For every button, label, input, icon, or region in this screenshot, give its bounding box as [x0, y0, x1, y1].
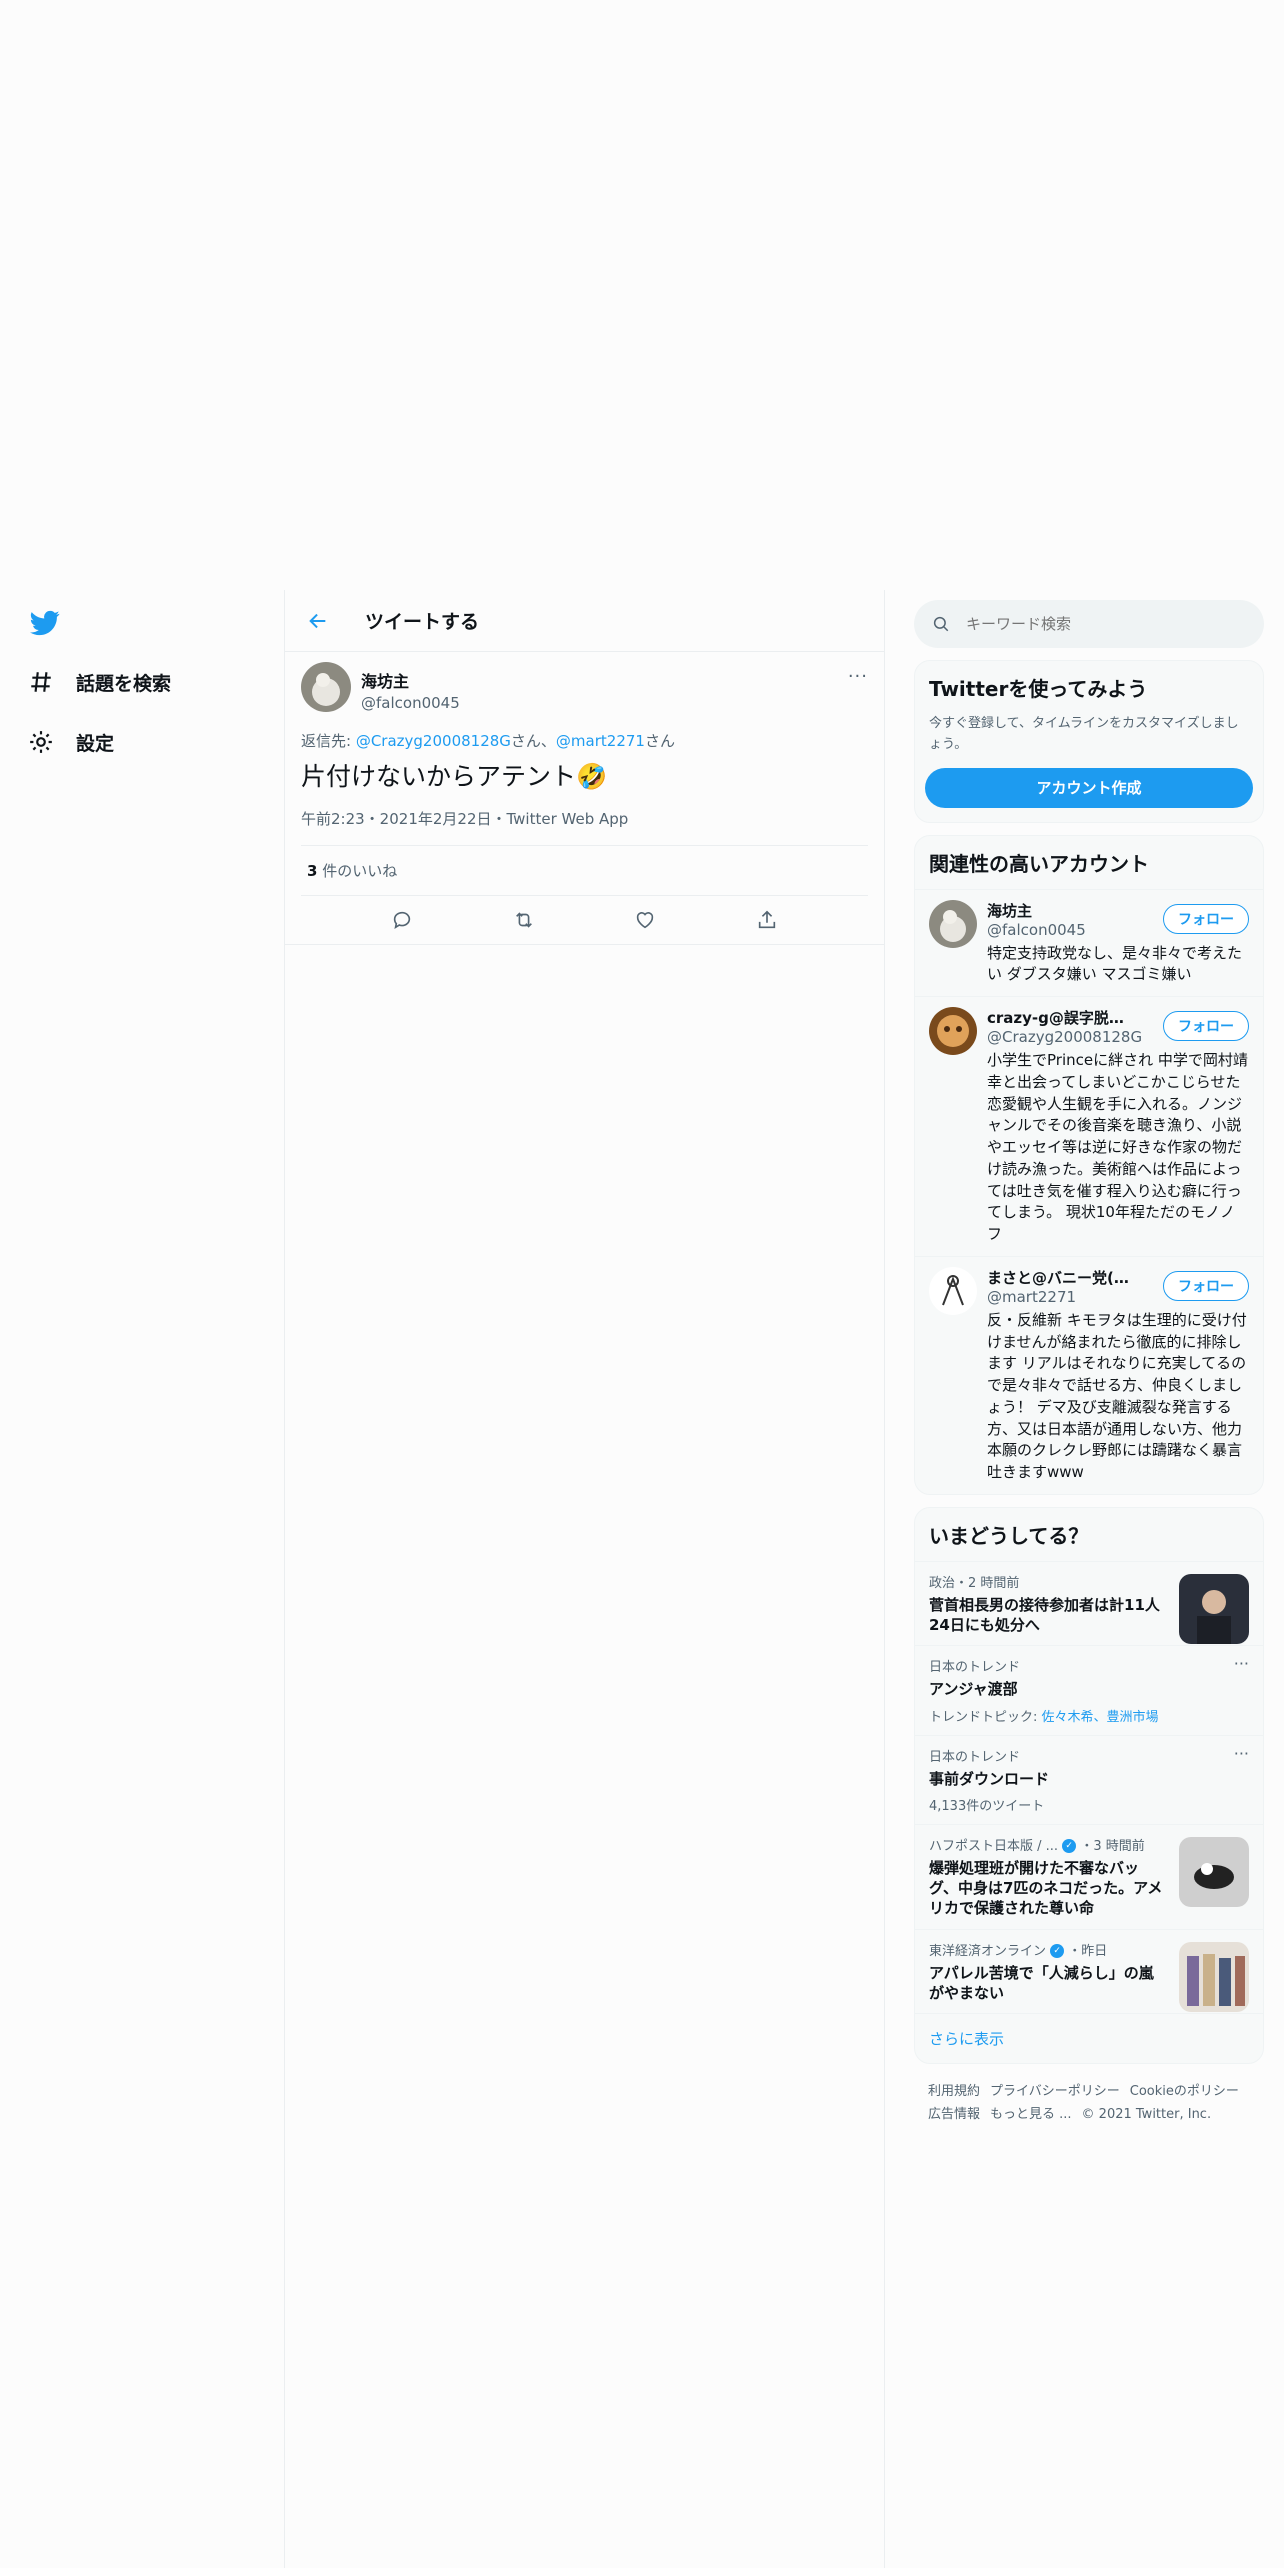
nav-explore[interactable]: 話題を検索 [28, 662, 171, 702]
follow-button[interactable]: フォロー [1163, 1011, 1249, 1042]
trend-time: ・昨日 [1068, 1943, 1108, 1959]
trend-subtitle: 4,133件のツイート [929, 1798, 1045, 1814]
trend-item[interactable]: 日本のトレンド アンジャ渡部 トレンドトピック: 佐々木希、豊洲市場 ··· [915, 1645, 1263, 1734]
follow-button[interactable]: フォロー [1163, 903, 1249, 934]
trends-title: いまどうしてる？ [929, 1523, 1089, 1548]
tweet-actions [301, 896, 868, 944]
trend-item[interactable]: 日本のトレンド 事前ダウンロード 4,133件のツイート ··· [915, 1734, 1263, 1824]
more-icon[interactable]: ··· [848, 666, 868, 687]
footer-copyright: © 2021 Twitter, Inc. [1081, 2107, 1212, 2123]
verified-icon: ✓ [1062, 1839, 1077, 1854]
footer-ads-link[interactable]: 広告情報 [928, 2107, 980, 2122]
reply-user-link[interactable]: @Crazyg20008128G [356, 732, 511, 750]
source-name: ハフポスト日本版 / ... [929, 1838, 1059, 1854]
reply-icon[interactable] [391, 909, 413, 931]
nav-explore-label: 話題を検索 [76, 672, 172, 695]
trend-thumbnail [1179, 1941, 1249, 2012]
author-handle[interactable]: @falcon0045 [361, 694, 460, 712]
search-bar[interactable] [914, 600, 1264, 648]
avatar[interactable] [301, 662, 351, 712]
account-item[interactable]: 海坊主 @falcon0045 特定支持政党なし、是々非々で考えたい ダブスタ嫌… [915, 888, 1263, 997]
follow-button[interactable]: フォロー [1163, 1270, 1249, 1301]
footer-more-link[interactable]: もっと見る ... [990, 2107, 1072, 2122]
account-bio: 特定支持政党なし、是々非々で考えたい ダブスタ嫌い マスゴミ嫌い [987, 943, 1243, 984]
trend-meta: 日本のトレンド [929, 1660, 1021, 1676]
trend-title: アンジャ渡部 [929, 1680, 1018, 1699]
tweet-text: 片付けないからアテント🤣 [301, 762, 608, 791]
search-icon [933, 616, 949, 632]
trend-item[interactable]: 東洋経済オンライン ✓ ・昨日 アパレル苦境で「人減らし」の嵐がやまない [915, 1928, 1263, 2014]
show-more-link[interactable]: さらに表示 [915, 2013, 1263, 2063]
related-accounts-card: 関連性の高いアカウント 海坊主 @falcon0045 特定支持政党なし、是々非… [914, 834, 1264, 1495]
more-icon[interactable]: ··· [1234, 1654, 1249, 1673]
trend-subtitle: トレンドトピック: 佐々木希、豊洲市場 [929, 1706, 1249, 1725]
account-name: まさと@バニー党(し… [987, 1268, 1137, 1287]
trend-item[interactable]: 政治・2 時間前 菅首相長男の接待参加者は計11人 24日にも処分へ [915, 1560, 1263, 1646]
hashtag-icon [31, 672, 51, 692]
author-name[interactable]: 海坊主 [361, 668, 460, 692]
main-column: ツイートする 海坊主 @falcon0045 ··· 返信先: @Crazyg2… [284, 590, 885, 2568]
account-item[interactable]: crazy-g@誤字脱字（ひら… @Crazyg20008128G 小学生でPr… [915, 996, 1263, 1256]
trend-topic-prefix: トレンドトピック: [929, 1709, 1042, 1725]
signup-title: Twitterを使ってみよう [929, 677, 1148, 701]
twitter-bird-icon[interactable] [28, 608, 62, 638]
share-icon[interactable] [756, 909, 778, 931]
retweet-icon[interactable] [513, 909, 535, 931]
footer-terms-link[interactable]: 利用規約 [928, 2084, 980, 2099]
reply-prefix: 返信先: [301, 732, 356, 750]
trend-title: 事前ダウンロード [929, 1769, 1050, 1788]
related-accounts-title: 関連性の高いアカウント [929, 851, 1149, 876]
trend-thumbnail [1179, 1836, 1249, 1907]
signup-description: 今すぐ登録して、タイムラインをカスタマイズしましょう。 [929, 716, 1239, 752]
reply-separator: さん、 [510, 732, 556, 750]
signup-card: Twitterを使ってみよう 今すぐ登録して、タイムラインをカスタマイズしましょ… [914, 660, 1264, 823]
avatar[interactable] [929, 1266, 977, 1315]
back-arrow-icon[interactable] [307, 610, 329, 632]
likes-number: 3 [307, 861, 318, 880]
verified-icon: ✓ [1050, 1944, 1065, 1959]
trend-meta: 日本のトレンド [929, 1749, 1021, 1765]
more-icon[interactable]: ··· [1234, 1744, 1249, 1763]
tweet-timestamp[interactable]: 午前2:23・2021年2月22日・Twitter Web App [301, 808, 868, 846]
account-name: crazy-g@誤字脱字（ひら… [987, 1009, 1137, 1028]
footer: 利用規約 プライバシーポリシー Cookieのポリシー 広告情報 もっと見る ... ©… [914, 2080, 1264, 2127]
search-input[interactable] [966, 615, 1226, 633]
trends-card: いまどうしてる？ 政治・2 時間前 菅首相長男の接待参加者は計11人 24日にも… [914, 1506, 1264, 2065]
trend-time: ・3 時間前 [1080, 1838, 1145, 1854]
nav-settings-label: 設定 [76, 732, 115, 755]
account-name: 海坊主 [987, 901, 1033, 920]
reply-suffix: さん [644, 732, 675, 750]
right-sidebar: Twitterを使ってみよう 今すぐ登録して、タイムラインをカスタマイズしましょ… [914, 600, 1264, 2127]
tweet-author: 海坊主 @falcon0045 [361, 668, 460, 712]
create-account-button[interactable]: アカウント作成 [925, 767, 1253, 808]
tweet-detail: 海坊主 @falcon0045 ··· 返信先: @Crazyg20008128… [285, 652, 884, 945]
footer-cookie-link[interactable]: Cookieのポリシー [1130, 2084, 1239, 2099]
trend-topic-links[interactable]: 佐々木希、豊洲市場 [1042, 1710, 1159, 1725]
gear-icon [30, 731, 52, 753]
account-bio: 反・反維新 キモヲタは生理的に受け付けませんが絡まれたら徹底的に排除します リア… [987, 1310, 1247, 1482]
reply-user-link[interactable]: @mart2271 [556, 732, 645, 750]
like-icon[interactable] [634, 909, 656, 931]
account-item[interactable]: まさと@バニー党(し… @mart2271 反・反維新 キモヲタは生理的に受け付… [915, 1255, 1263, 1494]
nav-settings[interactable]: 設定 [28, 722, 114, 762]
main-header: ツイートする [285, 590, 884, 652]
account-bio: 小学生でPrinceに絆され 中学で岡村靖幸と出会ってしまいどこかこじらせた恋愛… [987, 1051, 1248, 1244]
likes-count[interactable]: 3 件のいいね [301, 846, 868, 896]
likes-label: 件のいいね [317, 861, 398, 880]
footer-privacy-link[interactable]: プライバシーポリシー [990, 2084, 1120, 2099]
avatar[interactable] [929, 899, 977, 948]
avatar[interactable] [929, 1007, 977, 1056]
page-title: ツイートする [365, 611, 480, 633]
trend-thumbnail [1179, 1573, 1249, 1644]
trend-item[interactable]: ハフポスト日本版 / ... ✓ ・3 時間前 爆弾処理班が開けた不審なバッグ、… [915, 1823, 1263, 1929]
source-name: 東洋経済オンライン [929, 1943, 1047, 1959]
